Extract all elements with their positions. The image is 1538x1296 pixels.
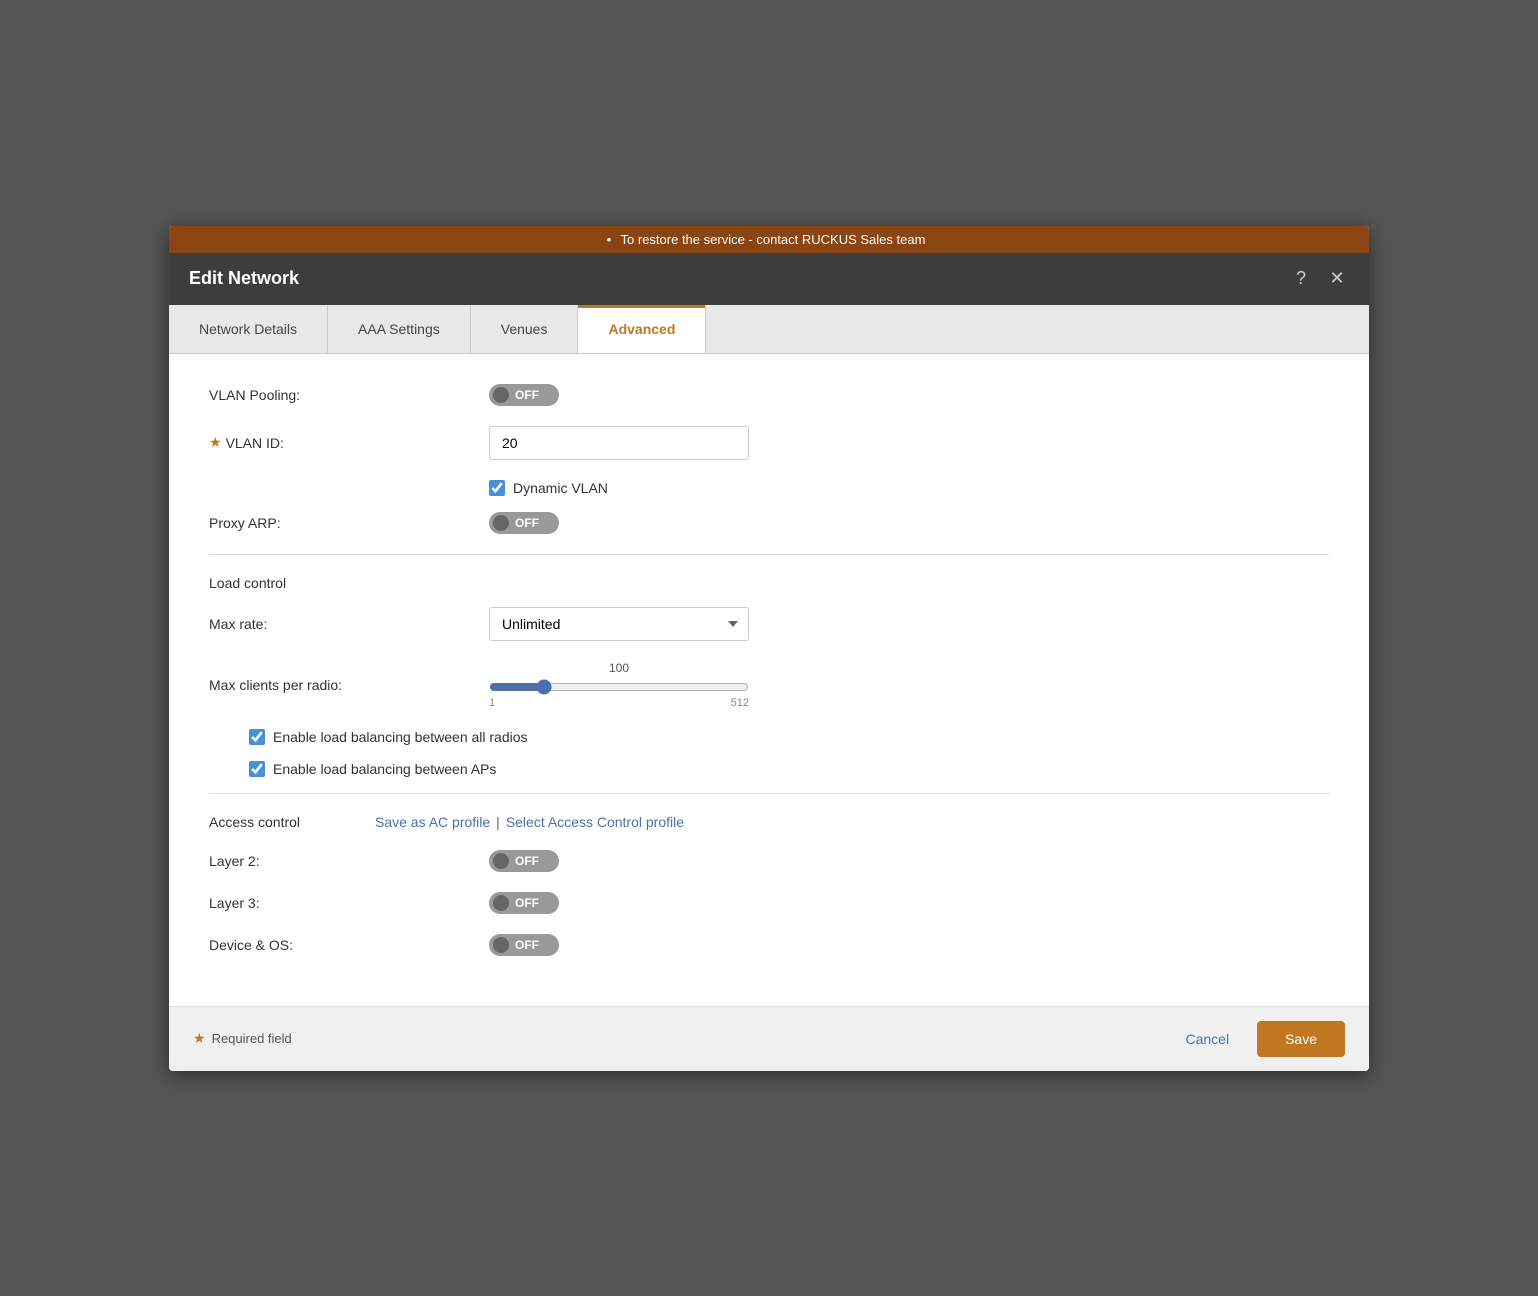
layer2-label: Layer 2: (209, 853, 489, 869)
device-os-toggle-label: OFF (515, 938, 539, 952)
close-icon[interactable]: ✕ (1325, 267, 1349, 291)
layer2-toggle-label: OFF (515, 854, 539, 868)
notification-bar: • To restore the service - contact RUCKU… (169, 226, 1369, 253)
notification-text: To restore the service - contact RUCKUS … (621, 232, 926, 247)
layer2-toggle[interactable]: OFF (489, 850, 559, 872)
footer-required-star: ★ (193, 1030, 206, 1047)
required-note: ★ Required field (193, 1030, 292, 1047)
vlan-pooling-control: OFF (489, 384, 1329, 406)
vlan-id-label-text: VLAN ID: (226, 435, 284, 451)
toggle-dot (493, 853, 509, 869)
tab-advanced[interactable]: Advanced (578, 305, 706, 353)
tab-network-details[interactable]: Network Details (169, 305, 328, 353)
load-control-title: Load control (209, 575, 1329, 591)
max-clients-control: 100 1 512 (489, 661, 1329, 709)
vlan-pooling-toggle[interactable]: OFF (489, 384, 559, 406)
modal-header: Edit Network ? ✕ (169, 253, 1369, 305)
slider-max-label: 512 (731, 697, 749, 709)
vlan-id-input[interactable] (489, 426, 749, 460)
vlan-pooling-row: VLAN Pooling: OFF (209, 384, 1329, 406)
toggle-dot (493, 387, 509, 403)
lb-radios-label: Enable load balancing between all radios (273, 729, 528, 745)
dynamic-vlan-checkbox[interactable] (489, 480, 505, 496)
tab-aaa-settings[interactable]: AAA Settings (328, 305, 471, 353)
ac-link-separator: | (496, 814, 500, 830)
header-icons: ? ✕ (1289, 267, 1349, 291)
proxy-arp-toggle[interactable]: OFF (489, 512, 559, 534)
layer3-label: Layer 3: (209, 895, 489, 911)
cancel-button[interactable]: Cancel (1169, 1021, 1245, 1057)
vlan-id-row: ★ VLAN ID: (209, 426, 1329, 460)
max-clients-label: Max clients per radio: (209, 677, 489, 693)
lb-radios-checkbox[interactable] (249, 729, 265, 745)
save-ac-profile-link[interactable]: Save as AC profile (375, 814, 490, 830)
vlan-pooling-toggle-label: OFF (515, 388, 539, 402)
proxy-arp-control: OFF (489, 512, 1329, 534)
lb-aps-checkbox[interactable] (249, 761, 265, 777)
vlan-id-required-star: ★ (209, 434, 222, 451)
vlan-id-label: ★ VLAN ID: (209, 434, 489, 451)
help-icon[interactable]: ? (1289, 267, 1313, 291)
max-rate-select[interactable]: Unlimited 1 Mbps 2 Mbps 5 Mbps 10 Mbps (489, 607, 749, 641)
layer3-toggle-label: OFF (515, 896, 539, 910)
divider-1 (209, 554, 1329, 555)
access-control-header: Access control Save as AC profile | Sele… (209, 814, 1329, 830)
proxy-arp-row: Proxy ARP: OFF (209, 512, 1329, 534)
max-clients-row: Max clients per radio: 100 1 512 (209, 661, 1329, 709)
footer-buttons: Cancel Save (1169, 1021, 1345, 1057)
device-os-toggle[interactable]: OFF (489, 934, 559, 956)
max-clients-slider-container: 100 1 512 (489, 661, 749, 709)
ac-links: Save as AC profile | Select Access Contr… (375, 814, 684, 830)
toggle-dot (493, 895, 509, 911)
max-clients-slider[interactable] (489, 679, 749, 695)
device-os-control: OFF (489, 934, 1329, 956)
layer3-toggle[interactable]: OFF (489, 892, 559, 914)
access-control-title: Access control (209, 814, 359, 830)
modal-title: Edit Network (189, 268, 299, 289)
lb-aps-row: Enable load balancing between APs (249, 761, 1329, 777)
vlan-id-control (489, 426, 1329, 460)
save-button[interactable]: Save (1257, 1021, 1345, 1057)
notification-bullet: • (607, 232, 612, 247)
device-os-label: Device & OS: (209, 937, 489, 953)
required-field-label: Required field (212, 1031, 292, 1046)
layer2-control: OFF (489, 850, 1329, 872)
lb-aps-label: Enable load balancing between APs (273, 761, 496, 777)
max-clients-value-label: 100 (489, 661, 749, 675)
select-ac-profile-link[interactable]: Select Access Control profile (506, 814, 684, 830)
layer3-control: OFF (489, 892, 1329, 914)
divider-2 (209, 793, 1329, 794)
device-os-row: Device & OS: OFF (209, 934, 1329, 956)
modal: • To restore the service - contact RUCKU… (169, 226, 1369, 1071)
slider-range-labels: 1 512 (489, 697, 749, 709)
max-rate-control: Unlimited 1 Mbps 2 Mbps 5 Mbps 10 Mbps (489, 607, 1329, 641)
max-rate-row: Max rate: Unlimited 1 Mbps 2 Mbps 5 Mbps… (209, 607, 1329, 641)
modal-footer: ★ Required field Cancel Save (169, 1006, 1369, 1071)
dynamic-vlan-row: Dynamic VLAN (489, 480, 1329, 496)
toggle-dot (493, 937, 509, 953)
toggle-dot (493, 515, 509, 531)
layer3-row: Layer 3: OFF (209, 892, 1329, 914)
dynamic-vlan-label: Dynamic VLAN (513, 480, 608, 496)
lb-radios-row: Enable load balancing between all radios (249, 729, 1329, 745)
layer2-row: Layer 2: OFF (209, 850, 1329, 872)
vlan-pooling-label: VLAN Pooling: (209, 387, 489, 403)
tabs-bar: Network Details AAA Settings Venues Adva… (169, 305, 1369, 354)
max-rate-label: Max rate: (209, 616, 489, 632)
slider-min-label: 1 (489, 697, 495, 709)
proxy-arp-toggle-label: OFF (515, 516, 539, 530)
proxy-arp-label: Proxy ARP: (209, 515, 489, 531)
modal-body: VLAN Pooling: OFF ★ VLAN ID: Dynamic VLA… (169, 354, 1369, 1006)
tab-venues[interactable]: Venues (471, 305, 579, 353)
